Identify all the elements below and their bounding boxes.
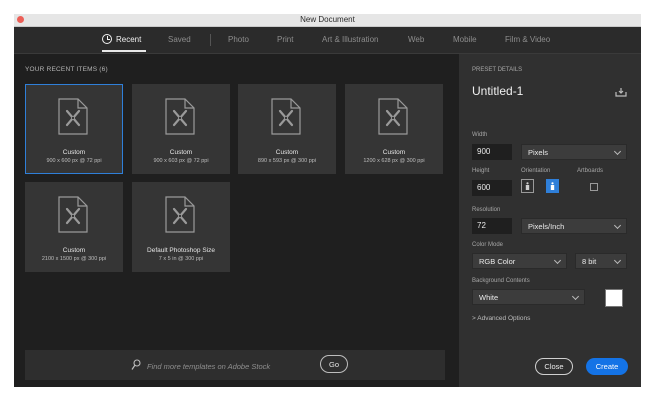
document-icon [378, 98, 408, 135]
landscape-icon [550, 182, 555, 190]
recent-item-size: 1200 x 628 px @ 300 ppi [363, 158, 425, 164]
recent-item-size: 900 x 603 px @ 72 ppi [153, 158, 209, 164]
color-mode-select[interactable]: RGB Color [472, 253, 567, 269]
recent-item-card[interactable]: Custom 900 x 600 px @ 72 ppi [25, 84, 123, 174]
advanced-options-toggle[interactable]: > Advanced Options [472, 315, 530, 322]
tab-art-illustration[interactable]: Art & Illustration [322, 35, 378, 44]
chevron-down-icon [613, 147, 622, 156]
width-unit-select[interactable]: Pixels [521, 144, 627, 160]
tab-recent[interactable]: Recent [116, 35, 141, 44]
recent-item-title: Custom [275, 149, 299, 156]
resolution-input[interactable]: 72 [472, 218, 512, 234]
portrait-icon [525, 182, 530, 190]
chevron-down-icon [553, 256, 562, 265]
orientation-label: Orientation [521, 168, 551, 174]
width-unit-value: Pixels [528, 148, 549, 157]
tab-film-video[interactable]: Film & Video [505, 35, 550, 44]
color-mode-value: RGB Color [479, 257, 516, 266]
recent-item-size: 890 x 593 px @ 300 ppi [257, 158, 317, 164]
recent-item-title: Custom [382, 149, 406, 156]
document-icon [165, 196, 195, 233]
resolution-unit-value: Pixels/Inch [528, 222, 565, 231]
document-icon [165, 98, 195, 135]
go-button[interactable]: Go [320, 355, 348, 373]
recent-item-size: 2100 x 1500 px @ 300 ppi [41, 256, 107, 262]
document-name-field[interactable]: Untitled-1 [472, 84, 523, 98]
search-icon [131, 359, 141, 370]
recent-item-title: Custom [169, 149, 193, 156]
color-mode-label: Color Mode [472, 242, 504, 248]
clock-icon [102, 34, 112, 44]
width-input[interactable]: 900 [472, 144, 512, 160]
tab-mobile[interactable]: Mobile [453, 35, 477, 44]
chevron-down-icon [613, 221, 622, 230]
bit-depth-value: 8 bit [582, 257, 597, 266]
tab-photo[interactable]: Photo [228, 35, 249, 44]
document-icon [58, 196, 88, 233]
recent-item-title: Custom [62, 149, 86, 156]
recent-item-card[interactable]: Custom 900 x 603 px @ 72 ppi [132, 84, 230, 174]
background-contents-value: White [479, 293, 499, 302]
tab-web[interactable]: Web [408, 35, 424, 44]
recent-item-title: Custom [62, 247, 86, 254]
preset-details-heading: PRESET DETAILS [472, 67, 523, 73]
chevron-down-icon [571, 292, 580, 301]
window-titlebar: New Document [14, 14, 641, 27]
preset-details-panel: PRESET DETAILS Untitled-1 Width 900 Pixe… [459, 54, 641, 387]
resolution-label: Resolution [472, 207, 501, 213]
document-icon [58, 98, 88, 135]
resolution-unit-select[interactable]: Pixels/Inch [521, 218, 627, 234]
background-color-swatch[interactable] [605, 289, 623, 307]
height-label: Height [472, 168, 490, 174]
bit-depth-select[interactable]: 8 bit [575, 253, 627, 269]
document-icon [271, 98, 301, 135]
close-button[interactable]: Close [535, 358, 573, 375]
width-label: Width [472, 132, 488, 138]
recent-item-title: Default Photoshop Size [147, 247, 215, 254]
background-contents-select[interactable]: White [472, 289, 585, 305]
tab-saved[interactable]: Saved [168, 35, 191, 44]
artboards-label: Artboards [577, 168, 604, 174]
height-input[interactable]: 600 [472, 180, 512, 196]
background-contents-label: Background Contents [472, 278, 530, 284]
recent-item-size: 900 x 600 px @ 72 ppi [46, 158, 102, 164]
tab-print[interactable]: Print [277, 35, 293, 44]
category-tabs: Recent Saved Photo Print Art & Illustrat… [14, 27, 641, 54]
search-input[interactable] [145, 358, 319, 374]
tab-separator [210, 34, 211, 46]
recent-item-card[interactable]: Custom 1200 x 628 px @ 300 ppi [345, 84, 443, 174]
artboards-checkbox[interactable] [590, 183, 598, 191]
create-button[interactable]: Create [586, 358, 628, 375]
new-document-dialog: Recent Saved Photo Print Art & Illustrat… [14, 27, 641, 387]
active-tab-indicator [102, 50, 146, 52]
recent-item-card[interactable]: Default Photoshop Size 7 x 5 in @ 300 ppi [132, 182, 230, 272]
save-preset-icon[interactable] [615, 87, 627, 97]
window-title: New Document [300, 15, 355, 24]
recent-items-heading: YOUR RECENT ITEMS (6) [25, 66, 108, 73]
landscape-orientation-button[interactable] [546, 179, 559, 193]
recent-item-card[interactable]: Custom 890 x 593 px @ 300 ppi [238, 84, 336, 174]
stock-search-bar: Go [25, 350, 445, 380]
portrait-orientation-button[interactable] [521, 179, 534, 193]
recent-item-card[interactable]: Custom 2100 x 1500 px @ 300 ppi [25, 182, 123, 272]
recent-item-size: 7 x 5 in @ 300 ppi [158, 256, 204, 262]
chevron-down-icon [613, 256, 622, 265]
